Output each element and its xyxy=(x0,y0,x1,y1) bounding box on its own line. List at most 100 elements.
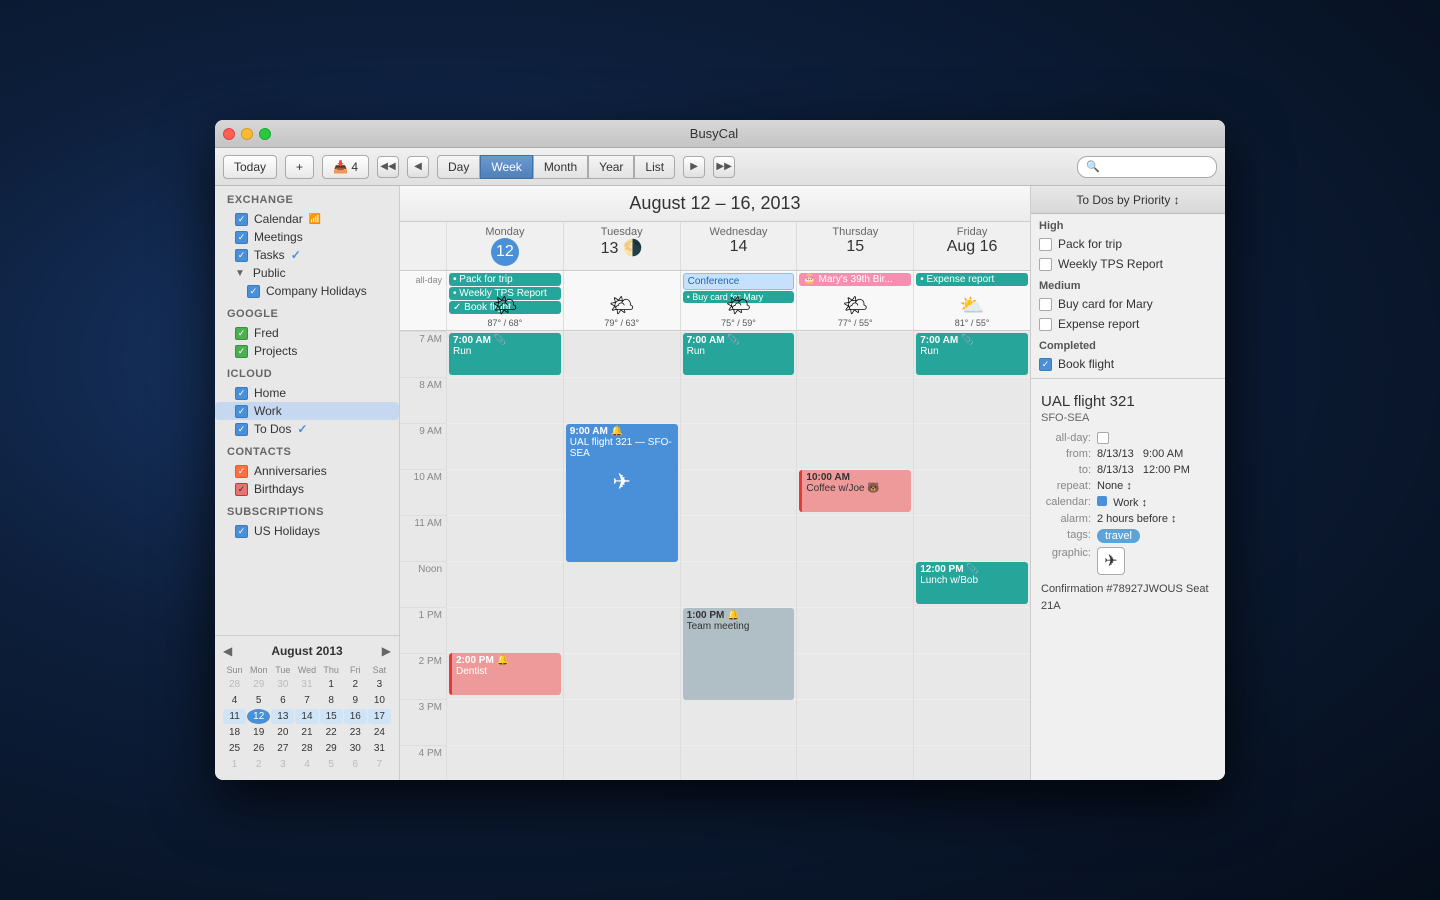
mini-day[interactable]: 14 xyxy=(295,709,318,724)
mini-day[interactable]: 15 xyxy=(320,709,343,724)
mini-day[interactable]: 20 xyxy=(271,725,294,740)
mini-day[interactable]: 2 xyxy=(344,677,367,692)
todo-checkbox-flight[interactable]: ✓ xyxy=(1039,358,1052,371)
mini-day[interactable]: 29 xyxy=(320,741,343,756)
mini-day[interactable]: 31 xyxy=(295,677,318,692)
mini-day[interactable]: 6 xyxy=(271,693,294,708)
view-year[interactable]: Year xyxy=(588,155,634,179)
fred-checkbox[interactable]: ✓ xyxy=(235,327,248,340)
view-list[interactable]: List xyxy=(634,155,675,179)
mini-day[interactable]: 18 xyxy=(223,725,246,740)
graphic-icon[interactable]: ✈ xyxy=(1097,547,1125,575)
mini-day[interactable]: 7 xyxy=(295,693,318,708)
sidebar-item-fred[interactable]: ✓ Fred xyxy=(215,324,399,342)
todo-checkbox-card[interactable] xyxy=(1039,298,1052,311)
sidebar-item-meetings[interactable]: ✓ Meetings xyxy=(215,228,399,246)
nav-right-outer[interactable]: ▶▶ xyxy=(713,156,735,178)
calendar-checkbox[interactable]: ✓ xyxy=(235,213,248,226)
mini-day[interactable]: 10 xyxy=(368,693,391,708)
projects-checkbox[interactable]: ✓ xyxy=(235,345,248,358)
mini-cal-prev[interactable]: ◀ xyxy=(223,644,232,658)
mini-day[interactable]: 23 xyxy=(344,725,367,740)
mini-day[interactable]: 8 xyxy=(320,693,343,708)
view-month[interactable]: Month xyxy=(533,155,588,179)
event-coffee-joe[interactable]: 10:00 AM Coffee w/Joe 🐻 xyxy=(799,470,911,512)
work-checkbox[interactable]: ✓ xyxy=(235,405,248,418)
nav-left-outer[interactable]: ◀◀ xyxy=(377,156,399,178)
search-input[interactable] xyxy=(1077,156,1217,178)
mini-day[interactable]: 25 xyxy=(223,741,246,756)
event-run-fri[interactable]: 7:00 AM 📎 Run xyxy=(916,333,1028,375)
mini-day[interactable]: 5 xyxy=(320,757,343,772)
nav-right[interactable]: ▶ xyxy=(683,156,705,178)
todo-expense[interactable]: Expense report xyxy=(1031,314,1225,334)
mini-day[interactable]: 22 xyxy=(320,725,343,740)
mini-day[interactable]: 2 xyxy=(247,757,270,772)
event-dentist-mon[interactable]: 2:00 PM 🔔 Dentist xyxy=(449,653,561,695)
todos-checkbox[interactable]: ✓ xyxy=(235,423,248,436)
todo-book-flight[interactable]: ✓ Book flight xyxy=(1031,354,1225,374)
sidebar-item-tasks[interactable]: ✓ Tasks ✓ xyxy=(215,246,399,264)
repeat-value[interactable]: None ↕ xyxy=(1097,480,1132,492)
minimize-button[interactable] xyxy=(241,128,253,140)
meetings-checkbox[interactable]: ✓ xyxy=(235,231,248,244)
alarm-value[interactable]: 2 hours before ↕ xyxy=(1097,513,1177,525)
mini-day[interactable]: 27 xyxy=(271,741,294,756)
event-lunch-bob[interactable]: 12:00 PM 📎 Lunch w/Bob xyxy=(916,562,1028,604)
day-column-wed[interactable]: 7:00 AM 📎 Run 1:00 PM 🔔 Team meeting xyxy=(680,331,797,780)
mini-day[interactable]: 13 xyxy=(271,709,294,724)
day-column-thu[interactable]: 10:00 AM Coffee w/Joe 🐻 xyxy=(796,331,913,780)
mini-day[interactable]: 7 xyxy=(368,757,391,772)
sidebar-item-anniversaries[interactable]: ✓ Anniversaries xyxy=(215,462,399,480)
allday-event-conference[interactable]: Conference xyxy=(683,273,795,290)
day-column-mon[interactable]: 7:00 AM 📎 Run 2:00 PM 🔔 Dentist xyxy=(446,331,563,780)
tag-badge[interactable]: travel xyxy=(1097,529,1140,543)
close-button[interactable] xyxy=(223,128,235,140)
mini-day[interactable]: 30 xyxy=(344,741,367,756)
mini-day[interactable]: 30 xyxy=(271,677,294,692)
mini-day[interactable]: 4 xyxy=(295,757,318,772)
mini-day[interactable]: 28 xyxy=(223,677,246,692)
add-button[interactable]: + xyxy=(285,155,314,179)
sidebar-item-home[interactable]: ✓ Home xyxy=(215,384,399,402)
todo-weekly-tps[interactable]: Weekly TPS Report xyxy=(1031,254,1225,274)
company-holidays-checkbox[interactable]: ✓ xyxy=(247,285,260,298)
sidebar-item-us-holidays[interactable]: ✓ US Holidays xyxy=(215,522,399,540)
import-button[interactable]: 📥 4 xyxy=(322,155,369,179)
mini-day[interactable]: 21 xyxy=(295,725,318,740)
event-run-wed[interactable]: 7:00 AM 📎 Run xyxy=(683,333,795,375)
mini-day[interactable]: 6 xyxy=(344,757,367,772)
mini-day[interactable]: 31 xyxy=(368,741,391,756)
mini-day[interactable]: 17 xyxy=(368,709,391,724)
todo-buy-card[interactable]: Buy card for Mary xyxy=(1031,294,1225,314)
mini-day[interactable]: 19 xyxy=(247,725,270,740)
mini-cal-next[interactable]: ▶ xyxy=(382,644,391,658)
birthdays-checkbox[interactable]: ✓ xyxy=(235,483,248,496)
tasks-checkbox[interactable]: ✓ xyxy=(235,249,248,262)
allday-checkbox[interactable] xyxy=(1097,432,1109,444)
mini-day-today[interactable]: 12 xyxy=(247,709,270,724)
sidebar-item-calendar[interactable]: ✓ Calendar 📶 xyxy=(215,210,399,228)
mini-day[interactable]: 26 xyxy=(247,741,270,756)
mini-day[interactable]: 29 xyxy=(247,677,270,692)
todo-checkbox-tps[interactable] xyxy=(1039,258,1052,271)
todo-pack-trip[interactable]: Pack for trip xyxy=(1031,234,1225,254)
sidebar-item-todos[interactable]: ✓ To Dos ✓ xyxy=(215,420,399,438)
mini-day[interactable]: 11 xyxy=(223,709,246,724)
mini-day[interactable]: 4 xyxy=(223,693,246,708)
anniversaries-checkbox[interactable]: ✓ xyxy=(235,465,248,478)
mini-day[interactable]: 28 xyxy=(295,741,318,756)
sidebar-item-company-holidays[interactable]: ✓ Company Holidays xyxy=(215,282,399,300)
allday-event-expense[interactable]: • Expense report xyxy=(916,273,1028,286)
todo-checkbox-pack[interactable] xyxy=(1039,238,1052,251)
mini-day[interactable]: 1 xyxy=(320,677,343,692)
home-checkbox[interactable]: ✓ xyxy=(235,387,248,400)
todo-checkbox-expense[interactable] xyxy=(1039,318,1052,331)
mini-day[interactable]: 3 xyxy=(368,677,391,692)
us-holidays-checkbox[interactable]: ✓ xyxy=(235,525,248,538)
maximize-button[interactable] xyxy=(259,128,271,140)
view-week[interactable]: Week xyxy=(480,155,532,179)
allday-event-pack-trip[interactable]: • Pack for trip xyxy=(449,273,561,286)
mini-day[interactable]: 3 xyxy=(271,757,294,772)
mini-day[interactable]: 1 xyxy=(223,757,246,772)
